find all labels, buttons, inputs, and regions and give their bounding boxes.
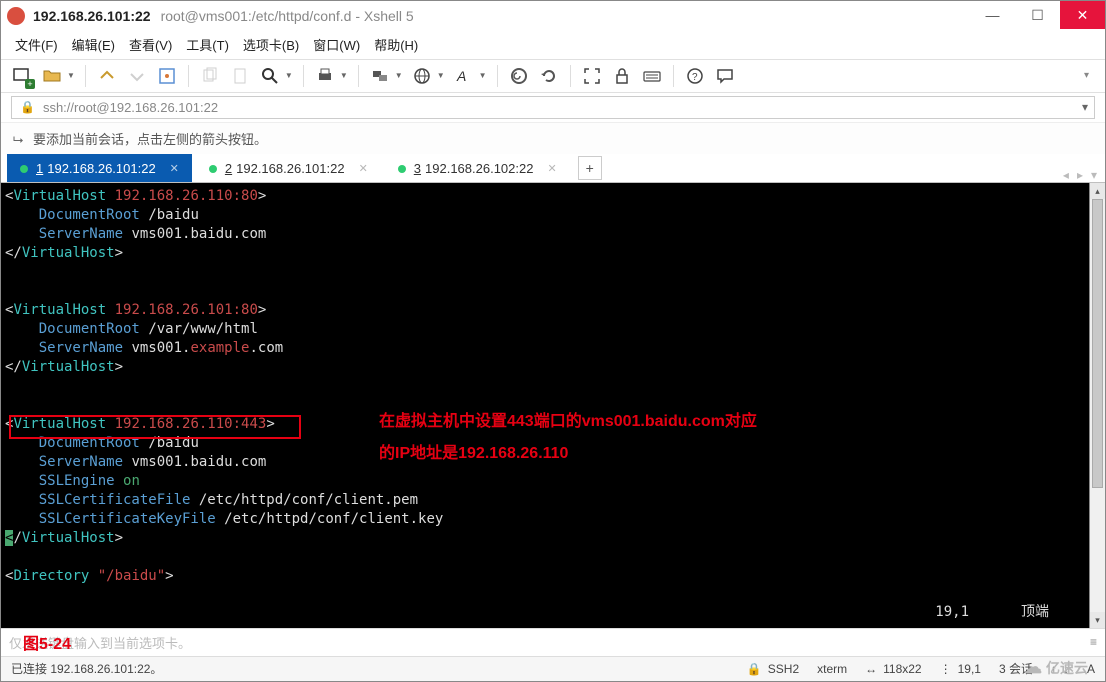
maximize-button[interactable]: ☐ bbox=[1015, 1, 1060, 29]
status-dot-icon bbox=[20, 165, 28, 173]
address-bar[interactable]: 🔒 ssh://root@192.168.26.101:22 ▾ bbox=[11, 96, 1095, 119]
disconnect-icon[interactable] bbox=[126, 65, 148, 87]
annotation-text: 在虚拟主机中设置443端口的vms001.baidu.com对应的IP地址是19… bbox=[379, 406, 757, 470]
script-icon[interactable] bbox=[508, 65, 530, 87]
status-connected: 已连接 192.168.26.101:22。 bbox=[11, 660, 162, 677]
menu-window[interactable]: 窗口(W) bbox=[313, 35, 360, 54]
encoding-dropdown-icon[interactable]: ▼ bbox=[437, 71, 445, 80]
app-icon bbox=[7, 7, 25, 25]
open-dropdown-icon[interactable]: ▼ bbox=[67, 71, 75, 80]
title-path: root@vms001:/etc/httpd/conf.d - Xshell 5 bbox=[161, 8, 414, 24]
scroll-down-icon[interactable]: ▾ bbox=[1090, 612, 1105, 628]
print-dropdown-icon[interactable]: ▼ bbox=[340, 71, 348, 80]
status-proto: 🔒SSH2 bbox=[747, 662, 799, 676]
terminal-mode: 顶端 bbox=[1021, 603, 1049, 622]
toolbar-overflow-icon[interactable]: ▾ bbox=[1084, 70, 1095, 81]
keyboard-icon[interactable] bbox=[641, 65, 663, 87]
menu-view[interactable]: 查看(V) bbox=[129, 35, 172, 54]
tab-1[interactable]: 1 192.168.26.101:22 ✕ bbox=[7, 154, 192, 182]
tab-number: 3 bbox=[414, 161, 421, 176]
menu-tab[interactable]: 选项卡(B) bbox=[243, 35, 299, 54]
font-dropdown-icon[interactable]: ▼ bbox=[479, 71, 487, 80]
print-icon[interactable] bbox=[314, 65, 336, 87]
menu-tool[interactable]: 工具(T) bbox=[186, 35, 229, 54]
svg-text:?: ? bbox=[692, 72, 698, 83]
menu-file[interactable]: 文件(F) bbox=[15, 35, 58, 54]
watermark: ☁ 亿速云 bbox=[1024, 657, 1088, 678]
hint-bar: ⮡ 要添加当前会话，点击左侧的箭头按钮。 bbox=[1, 122, 1105, 154]
title-bar: 192.168.26.101:22 root@vms001:/etc/httpd… bbox=[1, 1, 1105, 30]
status-cap-icon: A bbox=[1087, 662, 1095, 676]
properties-icon[interactable] bbox=[156, 65, 178, 87]
compose-bar[interactable]: 图5-24 仅发送键盘输入到当前选项卡。 ≡ bbox=[1, 628, 1105, 655]
status-size: ↔118x22 bbox=[865, 662, 921, 676]
new-session-icon[interactable]: + bbox=[11, 65, 33, 87]
tab-label: 192.168.26.102:22 bbox=[425, 161, 533, 176]
terminal-cursor-pos: 19,1 bbox=[935, 603, 969, 622]
session-tabs: 1 192.168.26.101:22 ✕ 2 192.168.26.101:2… bbox=[1, 154, 1105, 183]
tab-close-icon[interactable]: ✕ bbox=[547, 162, 556, 175]
scroll-up-icon[interactable]: ▴ bbox=[1090, 183, 1105, 199]
refresh-icon[interactable] bbox=[538, 65, 560, 87]
status-dot-icon bbox=[398, 165, 406, 173]
app-window: 192.168.26.101:22 root@vms001:/etc/httpd… bbox=[0, 0, 1106, 682]
tab-number: 1 bbox=[36, 161, 43, 176]
open-icon[interactable] bbox=[41, 65, 63, 87]
tab-label: 192.168.26.101:22 bbox=[236, 161, 344, 176]
minimize-button[interactable]: — bbox=[970, 1, 1015, 29]
tab-prev-icon[interactable]: ◂ bbox=[1063, 168, 1069, 182]
lock-icon[interactable] bbox=[611, 65, 633, 87]
tab-nav: ◂ ▸ ▾ bbox=[1063, 168, 1105, 182]
font-icon[interactable]: A bbox=[453, 65, 475, 87]
find-dropdown-icon[interactable]: ▼ bbox=[285, 71, 293, 80]
scroll-thumb[interactable] bbox=[1092, 199, 1103, 488]
fullscreen-icon[interactable] bbox=[581, 65, 603, 87]
tab-label: 192.168.26.101:22 bbox=[47, 161, 155, 176]
tab-3[interactable]: 3 192.168.26.102:22 ✕ bbox=[385, 154, 570, 182]
feedback-icon[interactable] bbox=[714, 65, 736, 87]
close-button[interactable]: ✕ bbox=[1060, 1, 1105, 29]
svg-text:A: A bbox=[456, 68, 466, 84]
address-url[interactable]: ssh://root@192.168.26.101:22 bbox=[43, 100, 1076, 115]
transfer-dropdown-icon[interactable]: ▼ bbox=[395, 71, 403, 80]
paste-icon[interactable] bbox=[229, 65, 251, 87]
transfer-icon[interactable] bbox=[369, 65, 391, 87]
menu-edit[interactable]: 编辑(E) bbox=[72, 35, 115, 54]
compose-menu-icon[interactable]: ≡ bbox=[1090, 635, 1097, 649]
cloud-icon: ☁ bbox=[1024, 657, 1042, 678]
tab-next-icon[interactable]: ▸ bbox=[1077, 168, 1083, 182]
figure-label: 图5-24 bbox=[23, 630, 71, 654]
menu-help[interactable]: 帮助(H) bbox=[374, 35, 418, 54]
status-bar: 已连接 192.168.26.101:22。 🔒SSH2 xterm ↔118x… bbox=[1, 656, 1105, 681]
terminal-area: <VirtualHost 192.168.26.110:80> Document… bbox=[1, 183, 1105, 628]
tab-close-icon[interactable]: ✕ bbox=[170, 162, 179, 175]
hint-text: 要添加当前会话，点击左侧的箭头按钮。 bbox=[33, 132, 267, 147]
lock-small-icon: 🔒 bbox=[12, 100, 43, 114]
encoding-icon[interactable] bbox=[411, 65, 433, 87]
tab-close-icon[interactable]: ✕ bbox=[359, 162, 368, 175]
tab-2[interactable]: 2 192.168.26.101:22 ✕ bbox=[196, 154, 381, 182]
toolbar: + ▼ ▼ ▼ ▼ ▼ A ▼ ? ▾ bbox=[1, 59, 1105, 92]
status-dot-icon bbox=[209, 165, 217, 173]
copy-icon[interactable] bbox=[199, 65, 221, 87]
tab-number: 2 bbox=[225, 161, 232, 176]
menu-bar: 文件(F) 编辑(E) 查看(V) 工具(T) 选项卡(B) 窗口(W) 帮助(… bbox=[1, 30, 1105, 59]
terminal[interactable]: <VirtualHost 192.168.26.110:80> Document… bbox=[1, 183, 1089, 628]
find-icon[interactable] bbox=[259, 65, 281, 87]
add-tab-button[interactable]: + bbox=[578, 156, 602, 180]
terminal-scrollbar[interactable]: ▴ ▾ bbox=[1089, 183, 1105, 628]
help-icon[interactable]: ? bbox=[684, 65, 706, 87]
status-term: xterm bbox=[817, 662, 847, 676]
tab-menu-icon[interactable]: ▾ bbox=[1091, 168, 1097, 182]
address-dropdown-icon[interactable]: ▾ bbox=[1076, 100, 1094, 114]
reconnect-icon[interactable] bbox=[96, 65, 118, 87]
title-ip: 192.168.26.101:22 bbox=[33, 8, 151, 24]
hint-arrow-icon: ⮡ bbox=[13, 132, 23, 147]
status-cursor: ⋮19,1 bbox=[940, 662, 981, 676]
